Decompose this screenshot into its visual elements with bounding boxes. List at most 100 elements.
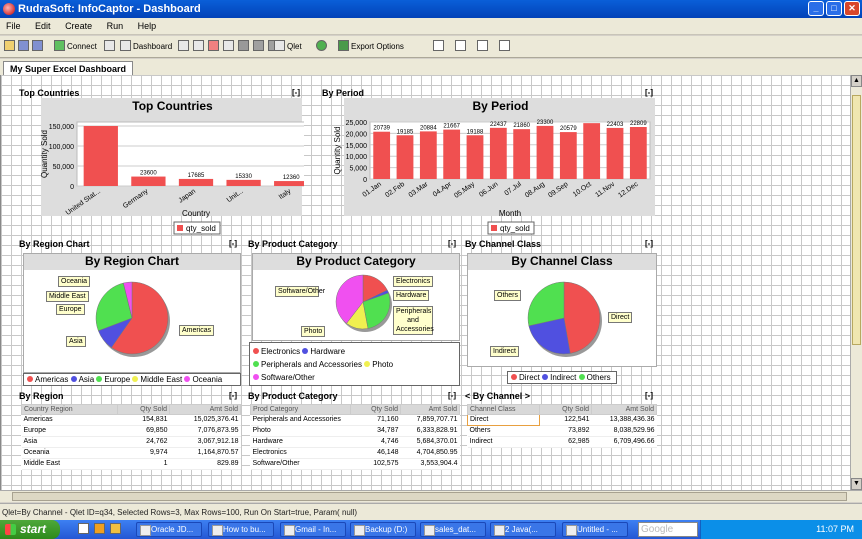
panel-header: By Period (322, 88, 365, 98)
table-row[interactable]: Software/Other 102,575 3,553,904.4 (250, 458, 460, 470)
callout-middle-east: Middle East (46, 291, 89, 302)
menu-create[interactable]: Create (59, 18, 98, 35)
menu-edit[interactable]: Edit (29, 18, 57, 35)
google-search-input[interactable]: Google (638, 522, 698, 537)
quicklaunch-icon[interactable] (94, 523, 107, 537)
menu-file[interactable]: File (0, 18, 27, 35)
save-icon[interactable] (18, 40, 31, 54)
product-pie-box: By Product Category Software/Other Elect… (252, 253, 460, 341)
column-header[interactable]: Qty Sold (539, 404, 592, 415)
table-row[interactable]: Others 73,892 8,038,529.96 (467, 425, 657, 437)
legend-swatch (177, 225, 183, 231)
minimize-panel-button[interactable]: [-] (645, 391, 653, 400)
refresh-icon[interactable] (316, 40, 329, 54)
quicklaunch-icon[interactable] (78, 523, 91, 537)
taskbar-item[interactable]: 2 Java(... (490, 522, 556, 537)
column-header[interactable]: Amt Sold (169, 404, 241, 415)
y-tick-label: 15,000 (346, 143, 368, 150)
column-header[interactable]: Amt Sold (400, 404, 460, 415)
data-label: 19188 (467, 129, 484, 135)
connect-icon (54, 40, 65, 51)
minimize-button[interactable]: _ (808, 1, 824, 16)
legend-item: Middle East (132, 375, 182, 384)
menu-run[interactable]: Run (101, 18, 130, 35)
callout-photo: Photo (301, 326, 326, 337)
table-icon[interactable] (178, 40, 191, 54)
data-label: 22403 (607, 122, 624, 128)
close-button[interactable]: ✕ (844, 1, 860, 16)
table-row[interactable]: Middle East 1 829.89 (21, 458, 241, 470)
scissors-icon[interactable] (208, 40, 221, 54)
callout-electronics: Electronics (393, 276, 434, 287)
open-icon[interactable] (4, 40, 17, 54)
table-row[interactable]: Europe 69,850 7,076,873.95 (21, 425, 241, 437)
taskbar-item[interactable]: Oracle JD... (136, 522, 202, 537)
taskbar-item[interactable]: How to bu... (208, 522, 274, 537)
new-icon[interactable] (104, 40, 117, 54)
save-all-icon[interactable] (32, 40, 45, 54)
taskbar-item[interactable]: sales_dat... (420, 522, 486, 537)
bar (536, 125, 554, 179)
table-row[interactable]: Direct 122,541 13,388,436.36 (467, 414, 657, 426)
data-label: 20579 (560, 126, 577, 132)
table-row[interactable]: Oceania 9,974 1,164,870.57 (21, 447, 241, 459)
minimize-panel-button[interactable]: [-] (448, 391, 456, 400)
minimize-panel-button[interactable]: [-] (229, 391, 237, 400)
dashboard-button[interactable]: Dashboard (120, 40, 172, 54)
table-row[interactable]: Photo 34,787 6,333,828.91 (250, 425, 460, 437)
table-row[interactable]: Hardware 4,746 5,684,370.01 (250, 436, 460, 448)
menu-help[interactable]: Help (132, 18, 163, 35)
product-table: Prod Category Qty Sold Amt Sold Peripher… (250, 404, 460, 470)
column-header[interactable]: Country Region (21, 404, 118, 415)
vertical-scrollbar[interactable]: ▲ ▼ (850, 75, 862, 490)
scroll-thumb[interactable] (852, 95, 861, 345)
minimize-panel-button[interactable]: [-] (229, 239, 237, 248)
legend-item: Photo (364, 360, 393, 369)
minimize-panel-button[interactable]: [-] (645, 239, 653, 248)
column-header[interactable]: Qty Sold (117, 404, 170, 415)
comment-icon[interactable] (238, 40, 251, 54)
horizontal-scrollbar[interactable] (0, 490, 862, 502)
scroll-thumb[interactable] (12, 492, 847, 501)
bar-chart-icon[interactable] (253, 40, 266, 54)
scroll-down-icon[interactable]: ▼ (851, 478, 862, 490)
grid-icon[interactable] (193, 40, 206, 54)
table-row[interactable]: Electronics 46,148 4,704,850.95 (250, 447, 460, 459)
column-header[interactable]: Channel Class (467, 404, 540, 415)
form-icon[interactable] (223, 40, 236, 54)
align-left-icon[interactable] (433, 40, 446, 54)
align-bottom-icon[interactable] (499, 40, 512, 54)
chart-title: Top Countries (132, 99, 213, 113)
maximize-button[interactable]: □ (826, 1, 842, 16)
table-row[interactable]: Asia 24,762 3,067,912.18 (21, 436, 241, 448)
column-header[interactable]: Prod Category (250, 404, 351, 415)
minimize-panel-button[interactable]: [-] (448, 239, 456, 248)
minimize-panel-button[interactable]: [-] (645, 88, 653, 97)
qlet-button[interactable]: Qlet (274, 40, 302, 54)
scroll-up-icon[interactable]: ▲ (851, 75, 862, 87)
by-product-category-chart-panel: By Product Category [-] By Product Categ… (248, 239, 460, 389)
legend-item: Electronics (253, 347, 300, 356)
minimize-panel-button[interactable]: [-] (292, 88, 300, 97)
table-row[interactable]: Americas 154,831 15,025,376.41 (21, 414, 241, 426)
connect-button[interactable]: Connect (54, 40, 97, 54)
column-header[interactable]: Amt Sold (591, 404, 657, 415)
table-row[interactable]: Peripherals and Accessories 71,160 7,859,7… (250, 414, 460, 426)
data-label: 15330 (235, 174, 252, 180)
column-header[interactable]: Qty Sold (350, 404, 401, 415)
tab-my-super-excel-dashboard[interactable]: My Super Excel Dashboard (3, 61, 134, 75)
panel-header: < By Channel > (465, 391, 531, 401)
excel-icon (338, 40, 349, 51)
taskbar-item[interactable]: Untitled - ... (562, 522, 628, 537)
align-center-icon[interactable] (455, 40, 468, 54)
taskbar-item[interactable]: Gmail - In... (280, 522, 346, 537)
align-top-icon[interactable] (477, 40, 490, 54)
start-button[interactable]: start (0, 520, 60, 539)
region-table: Country Region Qty Sold Amt Sold America… (21, 404, 241, 470)
quicklaunch-icon[interactable] (110, 523, 123, 537)
taskbar-item[interactable]: Backup (D:) (350, 522, 416, 537)
export-options-button[interactable]: Export Options (338, 40, 404, 54)
bar (178, 178, 214, 186)
table-row[interactable]: Indirect 62,985 6,709,496.66 (467, 436, 657, 448)
callout-americas: Americas (179, 325, 215, 336)
